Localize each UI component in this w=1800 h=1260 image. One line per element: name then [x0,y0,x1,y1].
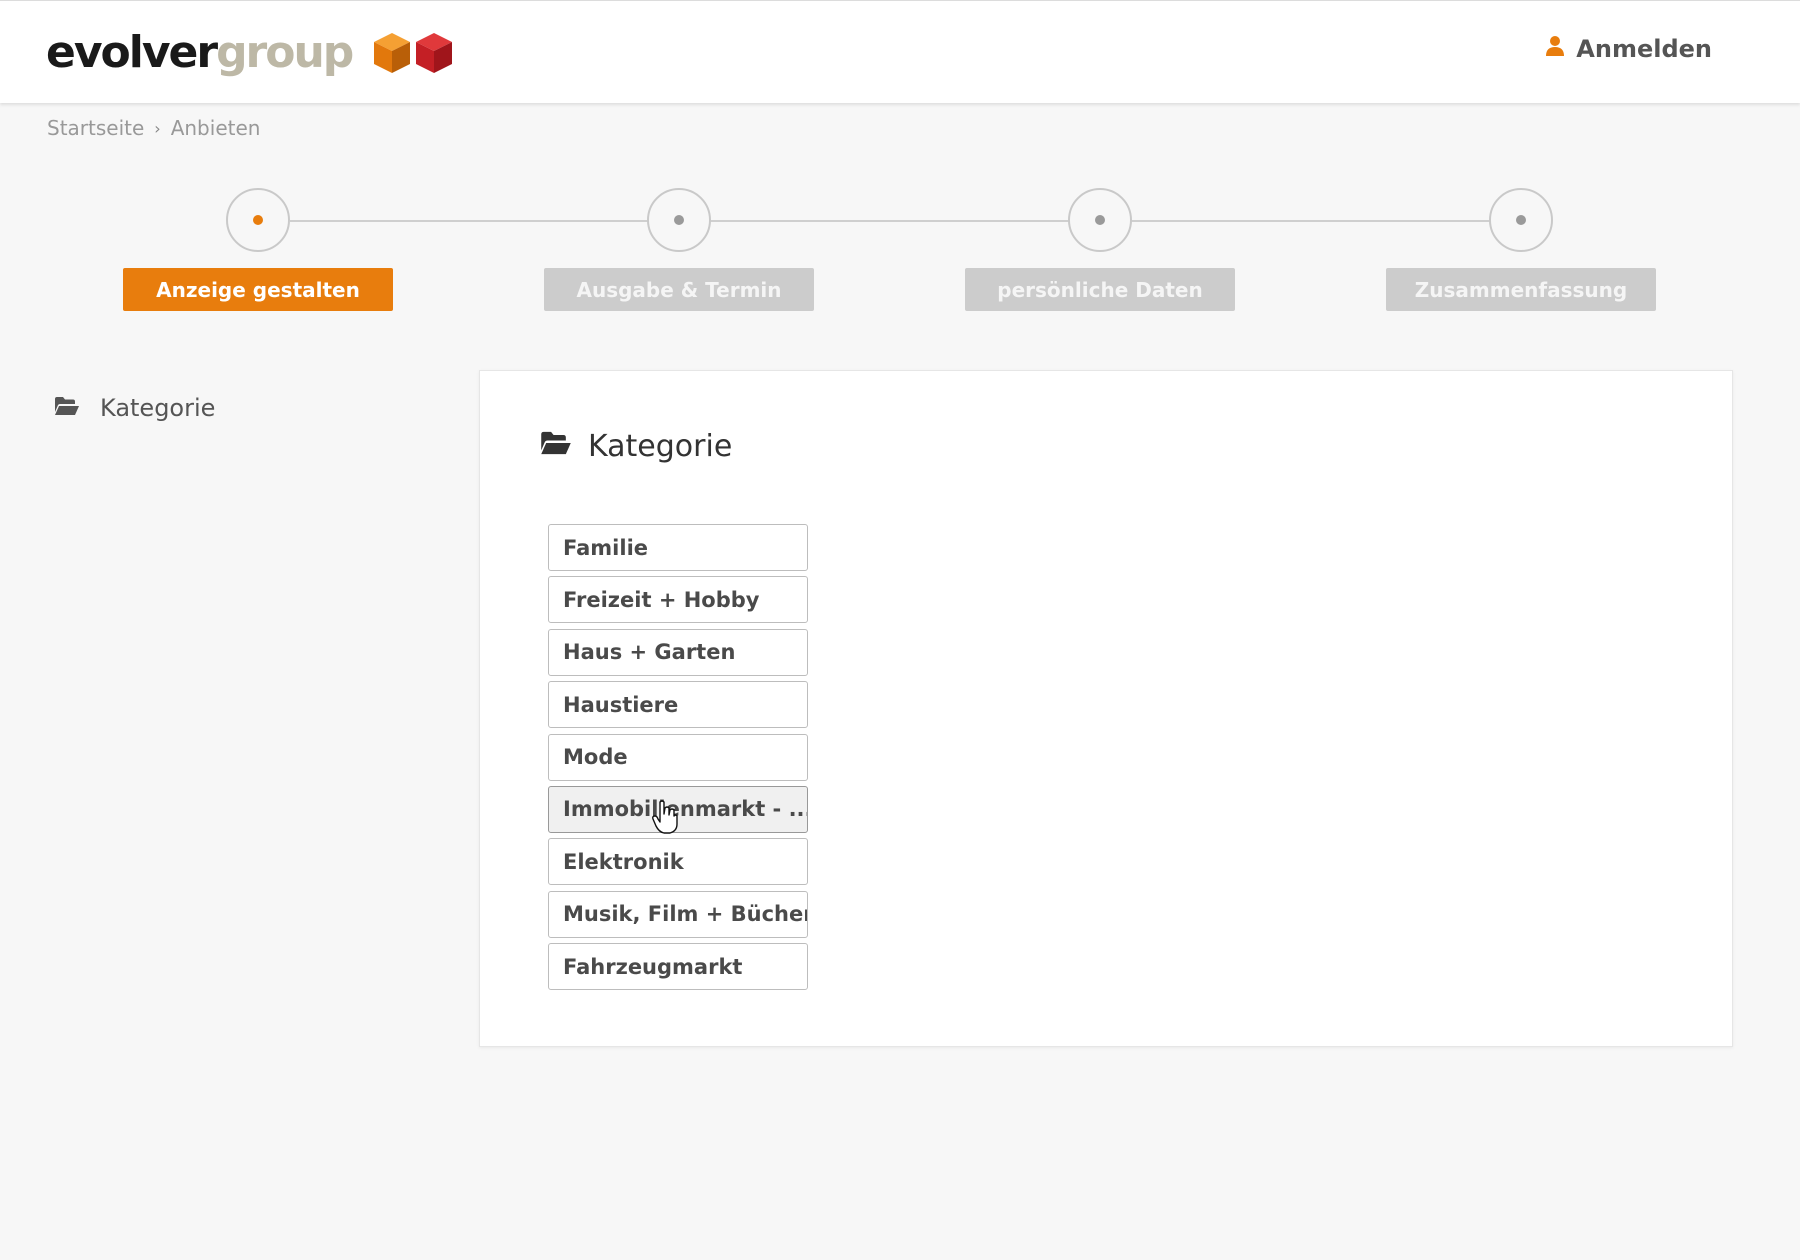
step-dot [1516,215,1526,225]
category-button-immobilienmarkt[interactable]: Immobilienmarkt - ... [548,785,808,833]
step-anzeige-gestalten[interactable]: Anzeige gestalten [123,186,393,316]
step-circle [226,188,290,252]
step-dot [253,215,263,225]
login-label: Anmelden [1576,35,1712,63]
category-button-fahrzeugmarkt[interactable]: Fahrzeugmarkt [548,943,808,991]
step-label: persönliche Daten [965,268,1235,311]
step-circle [1068,188,1132,252]
evolvergroup-logo[interactable]: evolver group [46,23,456,83]
progress-steps: Anzeige gestalten Ausgabe & Termin persö… [0,186,1800,316]
sidenav-label: Kategorie [100,394,216,422]
steps-connector-line [290,220,1533,222]
step-ausgabe-termin[interactable]: Ausgabe & Termin [544,186,814,316]
step-persoenliche-daten[interactable]: persönliche Daten [965,186,1235,316]
category-button-freizeit-hobby[interactable]: Freizeit + Hobby [548,576,808,624]
breadcrumb: Startseite › Anbieten [47,116,260,140]
step-dot [1095,215,1105,225]
category-card: Kategorie Familie Freizeit + Hobby Haus … [479,370,1733,1047]
user-icon [1546,35,1565,63]
sidenav-item-kategorie[interactable]: Kategorie [54,394,215,422]
step-label: Anzeige gestalten [123,268,393,311]
hand-cursor-icon [652,800,678,838]
chevron-right-icon: › [154,118,161,138]
folder-open-icon [54,394,80,422]
breadcrumb-current: Anbieten [170,116,261,140]
category-button-haustiere[interactable]: Haustiere [548,681,808,729]
card-title: Kategorie [540,429,732,464]
step-zusammenfassung[interactable]: Zusammenfassung [1386,186,1656,316]
breadcrumb-home[interactable]: Startseite [47,116,144,140]
login-link[interactable]: Anmelden [1546,31,1712,67]
step-circle [1489,188,1553,252]
step-dot [674,215,684,225]
step-circle [647,188,711,252]
logo-text-group: group [216,27,354,78]
card-title-text: Kategorie [588,429,733,464]
step-label: Ausgabe & Termin [544,268,814,311]
category-list: Familie Freizeit + Hobby Haus + Garten H… [548,524,808,996]
logo-cubes-icon [372,29,456,77]
category-button-haus-garten[interactable]: Haus + Garten [548,628,808,676]
logo-text-evolver: evolver [46,27,218,78]
category-button-familie[interactable]: Familie [548,524,808,571]
folder-open-icon [540,429,572,464]
category-button-musik-film-buecher[interactable]: Musik, Film + Bücher [548,890,808,938]
step-label: Zusammenfassung [1386,268,1656,311]
category-button-elektronik[interactable]: Elektronik [548,838,808,886]
site-header: evolver group Anmelden [0,0,1800,103]
category-button-mode[interactable]: Mode [548,733,808,781]
